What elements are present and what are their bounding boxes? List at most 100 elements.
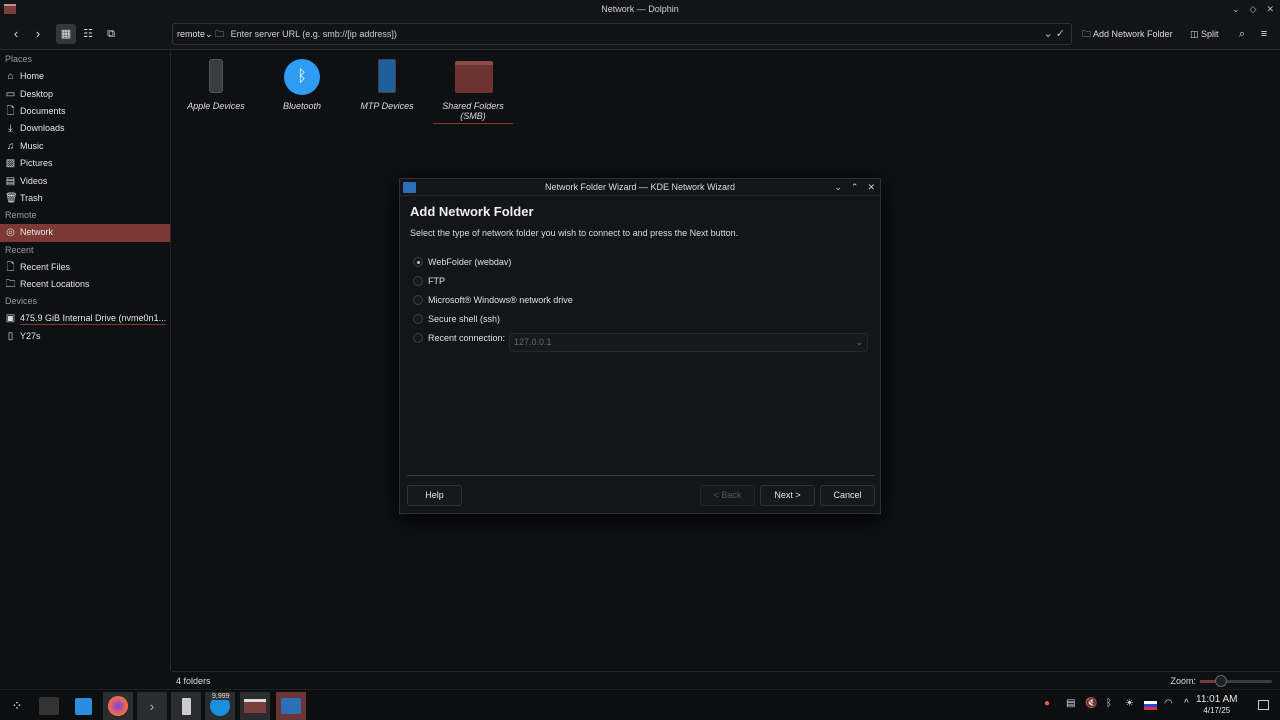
zoom-slider-handle[interactable] (1215, 674, 1227, 687)
back-button[interactable]: < Back (700, 485, 755, 506)
sidebar-item-label: 475.9 GiB Internal Drive (nvme0n1... (20, 313, 167, 326)
radio-webdav[interactable]: WebFolder (webdav) (413, 253, 880, 272)
radio-label: Microsoft® Windows® network drive (428, 294, 573, 305)
split-button[interactable]: ◫ Split (1190, 24, 1219, 44)
radio-button[interactable] (413, 257, 423, 268)
sidebar-item-recent-locations[interactable]: 🗀 Recent Locations (0, 276, 170, 293)
sidebar-item-label: Network (20, 227, 54, 238)
wifi-icon[interactable]: ◠ (1164, 698, 1173, 709)
details-view-button[interactable]: ⧉ (101, 24, 121, 44)
radio-button[interactable] (413, 332, 423, 343)
videos-icon: ▤ (5, 175, 16, 187)
devices-header: Devices (5, 296, 38, 307)
smb-folder-icon (455, 57, 493, 97)
notifications-icon[interactable]: ● (1044, 698, 1050, 709)
sidebar-item-recent-files[interactable]: 🗋 Recent Files (0, 259, 170, 276)
sidebar-item-pictures[interactable]: ▨ Pictures (0, 155, 170, 172)
sidebar-item-trash[interactable]: 🗑 Trash (0, 190, 170, 207)
radio-ssh[interactable]: Secure shell (ssh) (413, 309, 880, 328)
add-network-folder-label: Add Network Folder (1093, 29, 1173, 39)
split-label: Split (1201, 29, 1219, 39)
documents-icon: 🗋 (6, 105, 15, 117)
hamburger-menu-icon[interactable]: ≡ (1256, 24, 1272, 44)
clock[interactable]: 11:01 AM 4/17/25 (1196, 694, 1238, 716)
compact-view-button[interactable]: ☷ (78, 24, 98, 44)
dialog-maximize-button[interactable]: ⌃ (851, 179, 859, 196)
bluetooth-tray-icon[interactable]: ᛒ (1106, 698, 1112, 709)
sidebar-item-label: Documents (20, 105, 66, 116)
volume-muted-icon[interactable]: 🔇 (1085, 698, 1097, 709)
desktop-icon: ▭ (5, 88, 16, 100)
help-button[interactable]: Help (407, 485, 462, 506)
sidebar-item-home[interactable]: ⌂ Home (0, 68, 170, 85)
radio-button[interactable] (413, 294, 423, 305)
sidebar-item-music[interactable]: ♫ Music (0, 138, 170, 155)
downloads-icon: ⤓ (8, 123, 13, 135)
mtp-device-icon (369, 57, 405, 97)
minimize-button[interactable]: ⌄ (1232, 0, 1240, 18)
icons-view-button[interactable]: ▦ (56, 24, 76, 44)
next-button[interactable]: Next > (760, 485, 815, 506)
terminal-icon[interactable]: › (137, 692, 167, 720)
search-icon[interactable]: ⌕ (1234, 24, 1250, 44)
system-settings-icon[interactable] (34, 692, 64, 720)
sidebar-item-downloads[interactable]: ⤓ Downloads (0, 120, 170, 137)
zoom-label: Zoom: (1170, 676, 1196, 686)
url-input[interactable]: Enter server URL (e.g. smb://[ip address… (231, 29, 397, 39)
file-item-apple-devices[interactable]: Apple Devices (176, 57, 256, 111)
dialog-description: Select the type of network folder you wi… (410, 228, 739, 238)
window-titlebar: Network — Dolphin ⌄ ◇ ✕ (0, 0, 1280, 18)
sidebar-item-internal-drive[interactable]: ▣ 475.9 GiB Internal Drive (nvme0n1... (0, 310, 170, 327)
clipboard-icon[interactable]: ▤ (1066, 698, 1075, 709)
sidebar-item-y27s[interactable]: ▯ Y27s (0, 328, 170, 345)
usb-device-icon[interactable] (171, 692, 201, 720)
recent-files-icon: 🗋 (6, 261, 15, 273)
sidebar-item-documents[interactable]: 🗋 Documents (0, 103, 170, 120)
radio-button[interactable] (413, 313, 423, 324)
add-network-folder-button[interactable]: 🗀 Add Network Folder (1082, 24, 1173, 44)
brightness-icon[interactable]: ☀ (1125, 698, 1134, 709)
file-item-mtp-devices[interactable]: MTP Devices (347, 57, 427, 111)
file-item-bluetooth[interactable]: ᛒ Bluetooth (262, 57, 342, 111)
phone-device-icon (198, 57, 234, 97)
app-launcher-icon[interactable]: ⁘ (2, 692, 32, 720)
dolphin-app-icon (4, 4, 16, 14)
close-button[interactable]: ✕ (1266, 0, 1274, 18)
dialog-minimize-button[interactable]: ⌄ (834, 179, 842, 196)
recent-header: Recent (5, 244, 34, 255)
forward-button[interactable]: › (30, 24, 46, 44)
sidebar-item-desktop[interactable]: ▭ Desktop (0, 85, 170, 102)
file-item-shared-folders[interactable]: Shared Folders (SMB) (433, 57, 513, 124)
tray-expand-icon[interactable]: ^ (1184, 698, 1189, 709)
file-item-label: Shared Folders (SMB) (433, 101, 513, 124)
network-wizard-taskbar-icon[interactable] (276, 692, 306, 720)
show-desktop-icon[interactable] (1258, 700, 1269, 710)
history-dropdown-icon[interactable]: ⌄ (1044, 28, 1053, 40)
sidebar-item-network[interactable]: ◎ Network (0, 224, 170, 242)
radio-windows-drive[interactable]: Microsoft® Windows® network drive (413, 291, 880, 310)
discover-store-icon[interactable] (68, 692, 98, 720)
radio-ftp[interactable]: FTP (413, 272, 880, 291)
sidebar-item-label: Home (20, 71, 45, 82)
maximize-button[interactable]: ◇ (1250, 0, 1257, 18)
keyboard-layout-flag-icon[interactable] (1144, 701, 1157, 710)
dolphin-taskbar-icon[interactable] (240, 692, 270, 720)
recent-connection-value: 127.0.0.1 (514, 337, 552, 347)
sidebar-item-videos[interactable]: ▤ Videos (0, 172, 170, 189)
radio-button[interactable] (413, 276, 423, 287)
sidebar-item-label: Downloads (20, 123, 65, 134)
zoom-slider[interactable] (1200, 674, 1272, 687)
back-button[interactable]: ‹ (8, 24, 24, 44)
dialog-titlebar: Network Folder Wizard — KDE Network Wiza… (400, 179, 880, 196)
dialog-title: Network Folder Wizard — KDE Network Wiza… (544, 182, 736, 192)
cancel-button[interactable]: Cancel (820, 485, 875, 506)
recent-connection-dropdown[interactable]: 127.0.0.1 ⌄ (509, 333, 868, 352)
steam-icon[interactable]: 9,999 (205, 692, 235, 720)
dialog-close-button[interactable]: ✕ (867, 179, 875, 196)
location-bar[interactable]: remote ⌄ 🗀 Enter server URL (e.g. smb://[… (172, 23, 1072, 45)
divider (407, 475, 874, 476)
phone-icon: ▯ (7, 330, 14, 342)
firefox-icon[interactable] (103, 692, 133, 720)
confirm-check-icon[interactable]: ✓ (1056, 28, 1065, 40)
location-mode-dropdown[interactable]: remote (177, 29, 205, 39)
